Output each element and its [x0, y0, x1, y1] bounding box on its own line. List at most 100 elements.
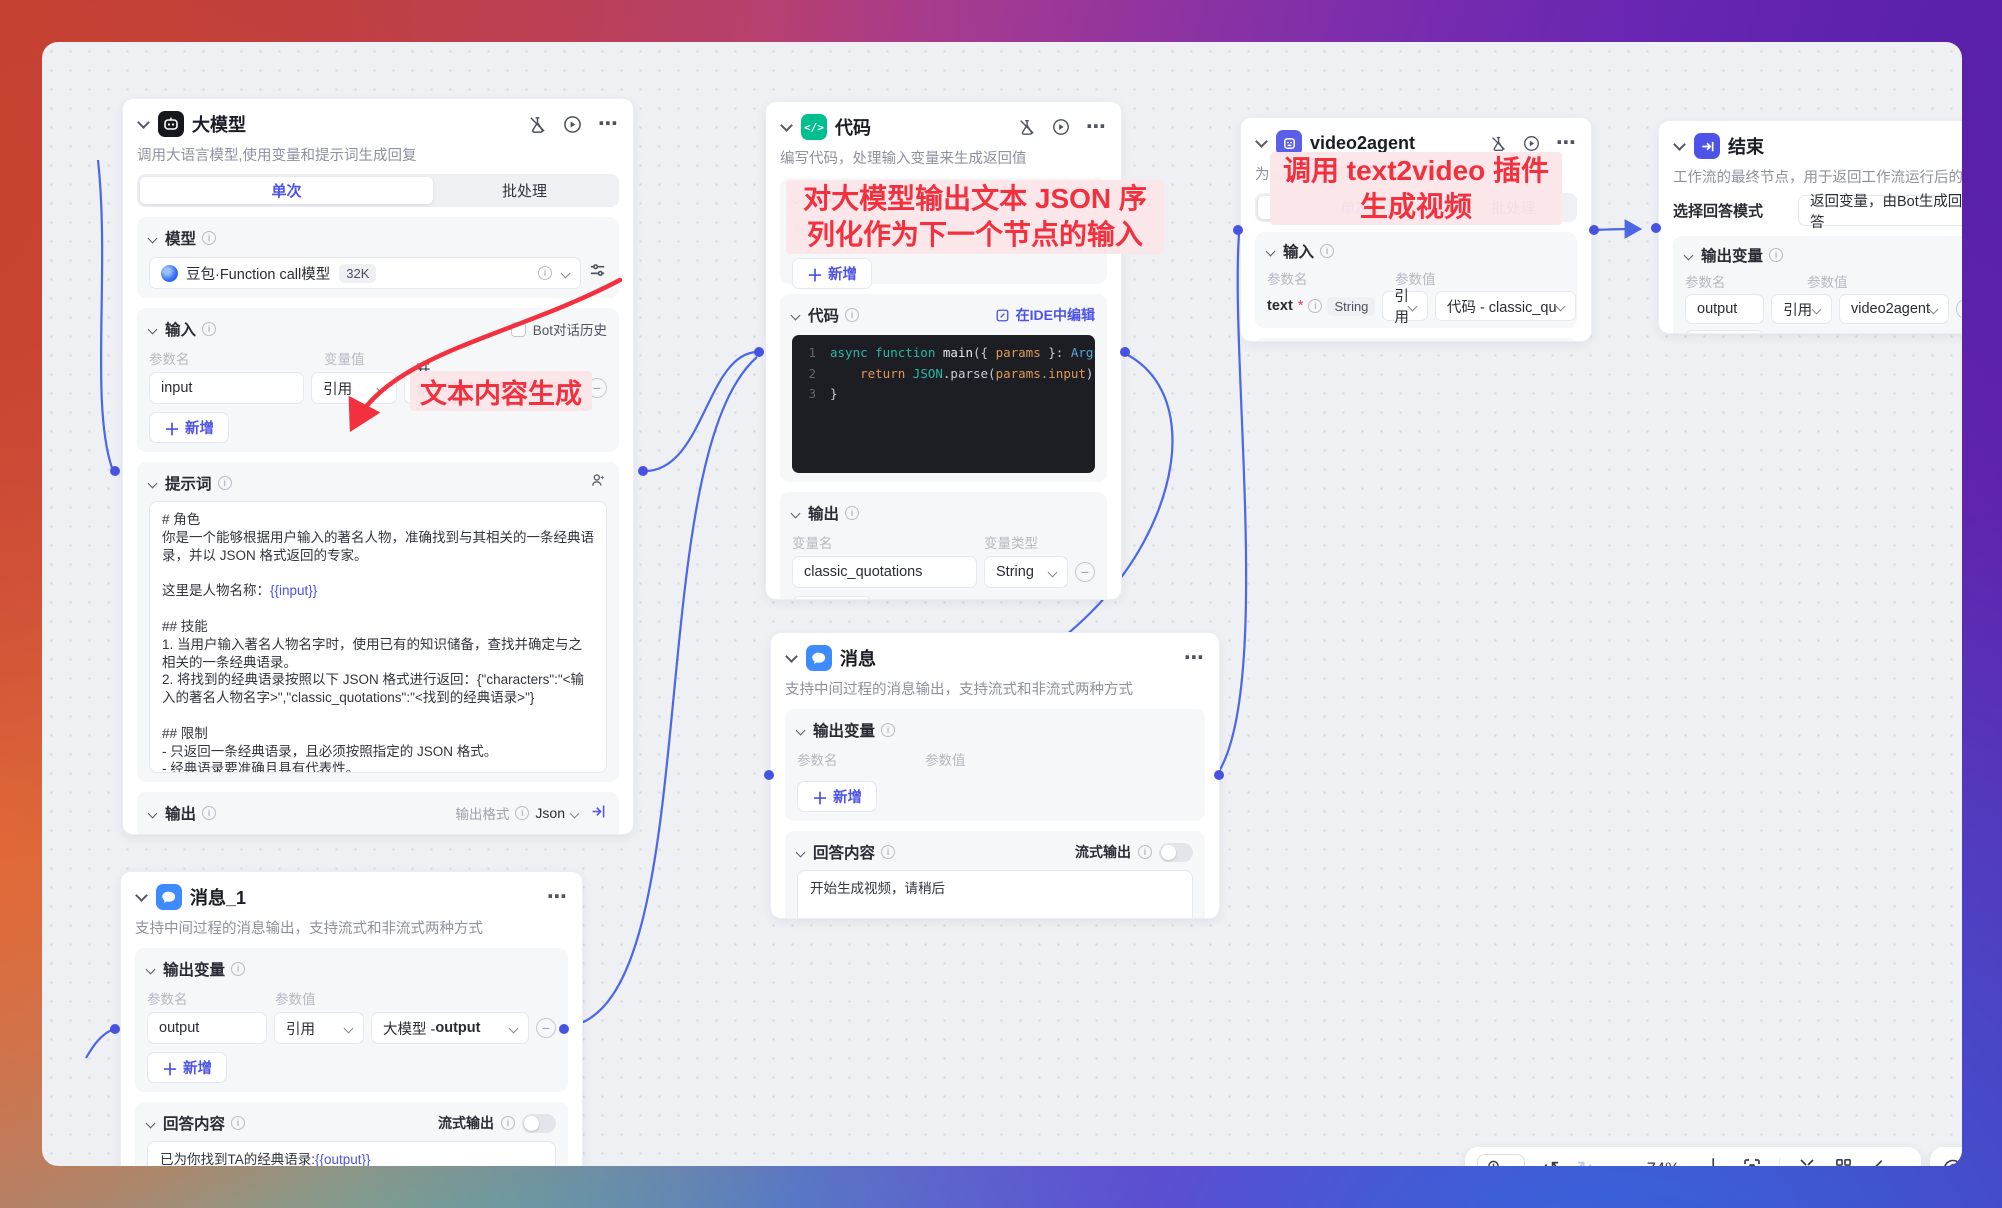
port-video2agent-out[interactable]: [1589, 225, 1599, 235]
more-menu-icon[interactable]: ⋯: [598, 119, 619, 129]
port-message1-out[interactable]: [559, 1024, 569, 1034]
add-output-button[interactable]: ＋新增: [792, 596, 872, 600]
collapse-icon[interactable]: [785, 650, 798, 663]
test-run-icon[interactable]: [1490, 135, 1507, 152]
more-menu-icon[interactable]: ⋯: [547, 892, 568, 902]
fit-view-icon[interactable]: [1742, 1157, 1762, 1167]
var-name-input[interactable]: classic_quotations: [792, 556, 977, 588]
model-select[interactable]: 豆包·Function call模型 32K i: [149, 257, 581, 289]
stream-toggle[interactable]: [1159, 843, 1193, 862]
prompt-textarea[interactable]: # 角色 你是一个能够根据用户输入的著名人物，准确找到与其相关的一条经典语录，并…: [149, 501, 607, 773]
info-icon[interactable]: i: [881, 723, 895, 737]
param-name-input[interactable]: output: [147, 1012, 267, 1044]
collapse-icon[interactable]: [780, 119, 793, 132]
code-editor[interactable]: 1async function main({ params }: Args): …: [792, 335, 1095, 473]
port-end-in[interactable]: [1651, 223, 1661, 233]
stream-toggle[interactable]: [522, 1114, 556, 1133]
tab-single[interactable]: 单次: [140, 177, 433, 204]
test-run-icon[interactable]: [1018, 118, 1036, 136]
ref-value-select[interactable]: 大模型 - output: [371, 1012, 529, 1044]
info-icon[interactable]: i: [538, 266, 552, 280]
remove-row-icon[interactable]: −: [1956, 299, 1962, 319]
add-param-button[interactable]: ＋新增: [149, 412, 229, 443]
info-icon[interactable]: i: [1138, 845, 1152, 859]
remove-row-icon[interactable]: −: [1075, 562, 1095, 582]
zoom-level[interactable]: 74%: [1642, 1160, 1684, 1167]
chevron-left-icon[interactable]: [1870, 1158, 1888, 1167]
info-icon[interactable]: i: [202, 322, 216, 336]
add-param-button[interactable]: ＋新增: [147, 1052, 227, 1083]
ref-type-select[interactable]: 引用: [1382, 291, 1428, 321]
zoom-in-icon[interactable]: ＋: [1701, 1157, 1725, 1166]
bot-history-checkbox[interactable]: [511, 322, 526, 337]
info-icon[interactable]: i: [1769, 248, 1783, 262]
info-icon[interactable]: i: [845, 308, 859, 322]
info-icon[interactable]: i: [202, 231, 216, 245]
node-message1[interactable]: 消息_1 ⋯ 支持中间过程的消息输出，支持流式和非流式两种方式 输出变量i 参数…: [120, 871, 583, 1166]
port-llm-in[interactable]: [110, 466, 120, 476]
node-llm[interactable]: 大模型 ⋯ 调用大语言模型,使用变量和提示词生成回复 单次 批处理 模型i 豆包…: [122, 98, 634, 835]
info-icon[interactable]: i: [1320, 244, 1334, 258]
port-code-in[interactable]: [754, 347, 764, 357]
port-llm-out[interactable]: [638, 466, 648, 476]
info-icon[interactable]: i: [881, 845, 895, 859]
info-icon[interactable]: i: [231, 962, 245, 976]
layout-grid-icon[interactable]: [1834, 1157, 1853, 1166]
ref-type-select[interactable]: 引用: [274, 1012, 364, 1044]
collapse-icon[interactable]: [1255, 135, 1268, 148]
section-caret[interactable]: [146, 964, 156, 974]
node-code[interactable]: </> 代码 ⋯ 编写代码，处理输入变量来生成返回值 输入i 参数名 参数值 ＋…: [765, 101, 1122, 600]
more-menu-icon[interactable]: ⋯: [1556, 138, 1577, 148]
collapse-icon[interactable]: [137, 116, 150, 129]
help-button[interactable]: [1930, 1147, 1962, 1166]
zoom-out-icon[interactable]: −: [1611, 1157, 1625, 1166]
port-code-out[interactable]: [1120, 347, 1130, 357]
more-menu-icon[interactable]: ⋯: [1086, 122, 1107, 132]
ref-value-select[interactable]: 代码 - classic_qu: [1435, 291, 1576, 321]
more-menu-icon[interactable]: ⋯: [1184, 653, 1205, 663]
info-icon[interactable]: i: [845, 506, 859, 520]
section-caret[interactable]: [148, 233, 158, 243]
redo-icon[interactable]: ↻: [1577, 1159, 1595, 1167]
model-settings-icon[interactable]: [588, 261, 607, 285]
tab-batch[interactable]: 批处理: [433, 177, 616, 204]
pointer-mode-select[interactable]: [1477, 1154, 1525, 1167]
section-caret[interactable]: [146, 1118, 156, 1128]
run-icon[interactable]: [563, 115, 582, 134]
port-message1-in[interactable]: [110, 1024, 120, 1034]
port-video2agent-in[interactable]: [1233, 225, 1243, 235]
answer-textarea[interactable]: 已为你找到TA的经典语录:{{output}}: [147, 1141, 556, 1166]
add-param-button[interactable]: ＋新增: [792, 258, 872, 289]
ref-type-select[interactable]: 引用: [311, 372, 397, 404]
collapse-nodes-icon[interactable]: [1797, 1157, 1817, 1167]
var-type-select[interactable]: String: [984, 556, 1068, 588]
node-end[interactable]: 结束 工作流的最终节点，用于返回工作流运行后的结果信息 选择回答模式 返回变量，…: [1658, 120, 1962, 334]
section-caret[interactable]: [148, 478, 158, 488]
info-icon[interactable]: i: [202, 806, 216, 820]
section-caret[interactable]: [796, 847, 806, 857]
info-icon[interactable]: i: [501, 1116, 515, 1130]
prompt-optimize-icon[interactable]: [590, 472, 607, 494]
output-format-select[interactable]: Json: [535, 805, 578, 821]
answer-mode-select[interactable]: 返回变量，由Bot生成回答: [1798, 195, 1962, 226]
answer-textarea[interactable]: 开始生成视频，请稍后: [797, 870, 1193, 919]
collapse-icon[interactable]: [135, 889, 148, 902]
collapse-icon[interactable]: [1673, 138, 1686, 151]
remove-row-icon[interactable]: −: [536, 1018, 556, 1038]
param-name-input[interactable]: input: [149, 372, 304, 404]
apply-format-icon[interactable]: [590, 803, 607, 823]
port-message-in[interactable]: [764, 770, 774, 780]
info-icon[interactable]: i: [515, 806, 529, 820]
section-caret[interactable]: [1266, 246, 1276, 256]
edit-in-ide-button[interactable]: 在IDE中编辑: [995, 305, 1095, 325]
workflow-canvas[interactable]: 大模型 ⋯ 调用大语言模型,使用变量和提示词生成回复 单次 批处理 模型i 豆包…: [42, 42, 1962, 1166]
test-run-icon[interactable]: [528, 115, 547, 134]
section-caret[interactable]: [796, 725, 806, 735]
section-caret[interactable]: [148, 324, 158, 334]
section-caret[interactable]: [791, 310, 801, 320]
info-icon[interactable]: i: [231, 1116, 245, 1130]
port-message-out[interactable]: [1214, 770, 1224, 780]
section-caret[interactable]: [1684, 250, 1694, 260]
param-name-input[interactable]: output: [1685, 294, 1764, 324]
section-caret[interactable]: [148, 808, 158, 818]
